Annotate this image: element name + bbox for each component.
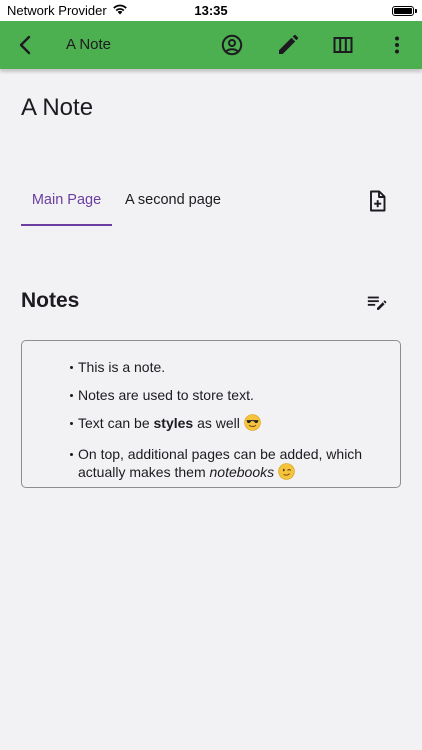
more-vert-icon <box>395 36 399 54</box>
notes-list: This is a note. Notes are used to store … <box>22 341 400 484</box>
list-item: Notes are used to store text. <box>70 386 386 404</box>
back-button[interactable] <box>14 33 38 57</box>
account-circle-icon <box>221 34 243 56</box>
notes-content-box[interactable]: This is a note. Notes are used to store … <box>21 340 401 488</box>
add-page-button[interactable] <box>365 189 389 213</box>
battery-icon <box>392 5 417 16</box>
edit-button[interactable] <box>276 33 300 57</box>
columns-button[interactable] <box>331 33 355 57</box>
wifi-icon <box>112 3 128 18</box>
tab-second-page[interactable]: A second page <box>125 180 221 224</box>
bold-text: styles <box>153 415 194 431</box>
edit-notes-button[interactable] <box>366 292 388 314</box>
status-right <box>392 5 422 16</box>
app-bar: A Note <box>0 21 422 69</box>
carrier-label: Network Provider <box>7 3 107 18</box>
note-add-icon <box>370 190 386 212</box>
status-left: Network Provider <box>0 3 128 18</box>
more-options-button[interactable] <box>385 33 409 57</box>
status-bar: Network Provider 13:35 <box>0 0 422 21</box>
list-item: This is a note. <box>70 358 386 376</box>
columns-icon <box>333 37 353 53</box>
page-title: A Note <box>21 94 94 121</box>
edit-list-icon <box>367 296 387 310</box>
notes-section-title: Notes <box>21 289 80 312</box>
edit-pencil-icon <box>279 34 299 54</box>
sunglasses-emoji-icon <box>244 414 261 435</box>
back-icon <box>19 35 31 55</box>
list-item: Text can be styles as well <box>70 414 386 435</box>
account-button[interactable] <box>220 33 244 57</box>
tab-main-page[interactable]: Main Page <box>21 180 112 226</box>
italic-text: notebooks <box>209 464 275 480</box>
list-item: On top, additional pages can be added, w… <box>70 445 386 484</box>
wink-emoji-icon <box>278 463 295 484</box>
page-tabs: Main Page A second page <box>21 180 401 226</box>
app-bar-title: A Note <box>66 36 112 53</box>
